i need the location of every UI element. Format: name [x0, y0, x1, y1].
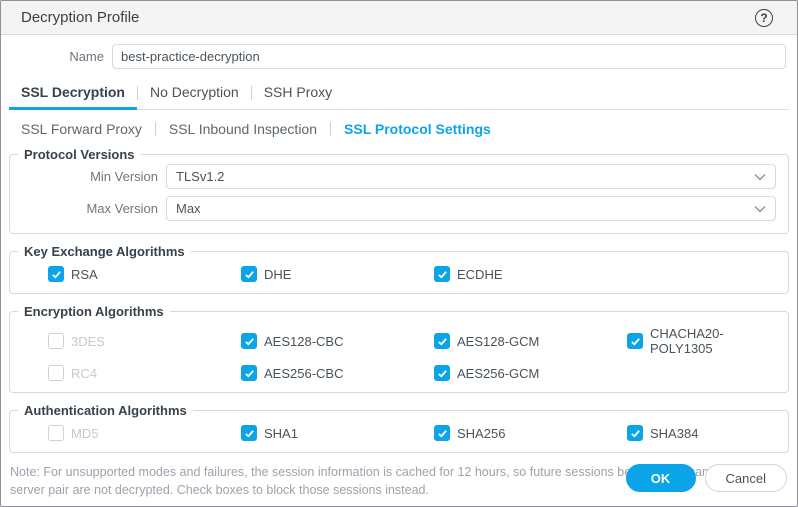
key-exchange-legend: Key Exchange Algorithms: [18, 244, 191, 259]
checkbox-aes128-gcm[interactable]: AES128-GCM: [434, 326, 627, 356]
checkbox-md5[interactable]: MD5: [48, 425, 241, 441]
checkbox-icon: [241, 333, 257, 349]
checkbox-icon: [434, 365, 450, 381]
subtab-bar: SSL Forward Proxy SSL Inbound Inspection…: [9, 121, 789, 137]
checkbox-sha1[interactable]: SHA1: [241, 425, 434, 441]
tab-no-decryption[interactable]: No Decryption: [138, 82, 251, 110]
checkbox-icon: [627, 333, 643, 349]
dialog-footer: OK Cancel: [626, 464, 787, 492]
key-exchange-section: Key Exchange Algorithms RSA DHE ECDHE: [9, 244, 789, 294]
checkbox-icon: [241, 425, 257, 441]
checkbox-icon: [48, 266, 64, 282]
decryption-profile-dialog: Decryption Profile ? Name SSL Decryption…: [0, 0, 798, 507]
checkbox-chacha20-poly1305[interactable]: CHACHA20-POLY1305: [627, 326, 776, 356]
min-version-value: TLSv1.2: [176, 169, 224, 184]
help-icon[interactable]: ?: [755, 9, 773, 27]
protocol-versions-legend: Protocol Versions: [18, 147, 141, 162]
dialog-header: Decryption Profile ?: [1, 1, 797, 35]
name-row: Name: [1, 44, 797, 69]
subtab-ssl-forward-proxy[interactable]: SSL Forward Proxy: [9, 121, 155, 137]
tab-bar: SSL Decryption No Decryption SSH Proxy: [9, 82, 789, 110]
chevron-down-icon: [754, 205, 766, 213]
tab-ssh-proxy[interactable]: SSH Proxy: [252, 82, 344, 110]
max-version-row: Max Version Max: [18, 196, 776, 221]
chevron-down-icon: [754, 173, 766, 181]
checkbox-rsa[interactable]: RSA: [48, 266, 241, 282]
min-version-label: Min Version: [18, 169, 158, 184]
checkbox-icon: [627, 425, 643, 441]
ok-button[interactable]: OK: [626, 464, 696, 492]
checkbox-3des[interactable]: 3DES: [48, 326, 241, 356]
authentication-section: Authentication Algorithms MD5 SHA1 SHA25…: [9, 403, 789, 453]
checkbox-icon: [241, 266, 257, 282]
checkbox-sha256[interactable]: SHA256: [434, 425, 627, 441]
checkbox-aes256-cbc[interactable]: AES256-CBC: [241, 365, 434, 381]
subtab-ssl-inbound-inspection[interactable]: SSL Inbound Inspection: [156, 121, 330, 137]
checkbox-icon: [48, 425, 64, 441]
encryption-legend: Encryption Algorithms: [18, 304, 170, 319]
protocol-versions-section: Protocol Versions Min Version TLSv1.2 Ma…: [9, 147, 789, 234]
checkbox-icon: [48, 365, 64, 381]
checkbox-ecdhe[interactable]: ECDHE: [434, 266, 627, 282]
checkbox-icon: [241, 365, 257, 381]
dialog-title: Decryption Profile: [21, 9, 139, 26]
checkbox-aes128-cbc[interactable]: AES128-CBC: [241, 326, 434, 356]
name-label: Name: [9, 49, 104, 64]
min-version-select[interactable]: TLSv1.2: [166, 164, 776, 189]
checkbox-dhe[interactable]: DHE: [241, 266, 434, 282]
max-version-select[interactable]: Max: [166, 196, 776, 221]
checkbox-rc4[interactable]: RC4: [48, 365, 241, 381]
checkbox-sha384[interactable]: SHA384: [627, 425, 776, 441]
checkbox-icon: [434, 333, 450, 349]
subtab-ssl-protocol-settings[interactable]: SSL Protocol Settings: [331, 121, 504, 137]
tab-ssl-decryption[interactable]: SSL Decryption: [9, 82, 137, 110]
checkbox-aes256-gcm[interactable]: AES256-GCM: [434, 365, 627, 381]
checkbox-icon: [434, 266, 450, 282]
name-input[interactable]: [112, 44, 786, 69]
encryption-section: Encryption Algorithms 3DES AES128-CBC AE…: [9, 304, 789, 393]
max-version-value: Max: [176, 201, 201, 216]
cancel-button[interactable]: Cancel: [705, 464, 787, 492]
checkbox-icon: [434, 425, 450, 441]
checkbox-icon: [48, 333, 64, 349]
authentication-legend: Authentication Algorithms: [18, 403, 193, 418]
max-version-label: Max Version: [18, 201, 158, 216]
min-version-row: Min Version TLSv1.2: [18, 164, 776, 189]
